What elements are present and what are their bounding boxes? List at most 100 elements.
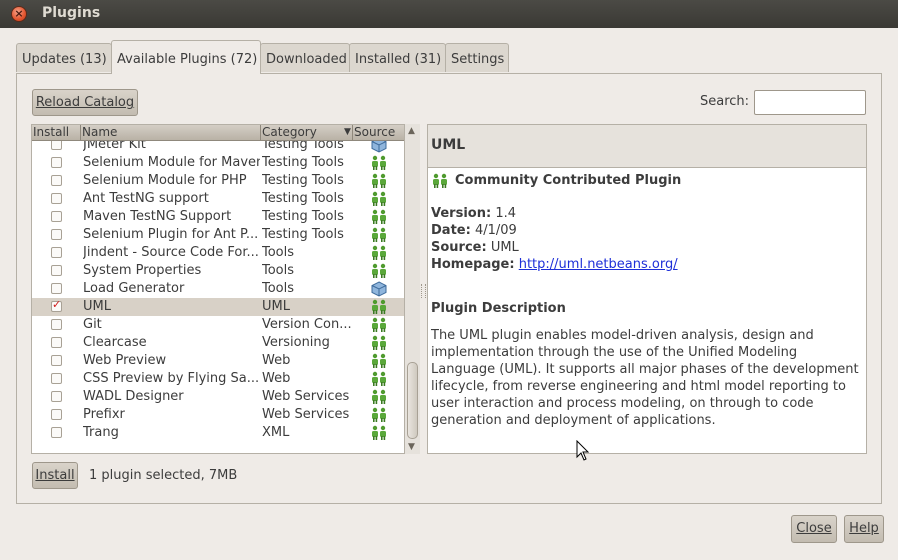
install-checkbox[interactable] <box>51 373 62 384</box>
table-row[interactable]: Ant TestNG support Testing Tools <box>32 190 404 208</box>
source-label: Source: <box>431 240 487 255</box>
plugin-category: Versioning <box>262 335 330 350</box>
source-value: UML <box>490 240 519 255</box>
homepage-link[interactable]: http://uml.netbeans.org/ <box>519 257 678 272</box>
plugin-description: The UML plugin enables model-driven anal… <box>431 328 859 428</box>
plugin-category: Web <box>262 353 291 368</box>
install-checkbox[interactable] <box>51 283 62 294</box>
plugin-name: Web Preview <box>83 353 167 368</box>
table-row[interactable]: Trang XML <box>32 424 404 442</box>
community-source-icon <box>370 245 388 261</box>
install-checkbox[interactable] <box>51 319 62 330</box>
plugin-table: Ruby and RailsRubyJMeter KitTesting Tool… <box>31 124 405 454</box>
plugin-name: WADL Designer <box>83 389 184 404</box>
plugin-category: Tools <box>262 245 295 260</box>
tab-updates[interactable]: Updates (13) <box>16 43 112 72</box>
table-row[interactable]: Clearcase Versioning <box>32 334 404 352</box>
tab-downloaded[interactable]: Downloaded <box>260 43 350 72</box>
list-scrollbar[interactable]: ▲ ▼ <box>405 124 420 454</box>
scroll-up-icon[interactable]: ▲ <box>408 126 415 136</box>
table-row[interactable]: Maven TestNG Support Testing Tools <box>32 208 404 226</box>
community-icon <box>433 173 447 188</box>
table-row[interactable]: Jindent - Source Code For... Tools <box>32 244 404 262</box>
table-row[interactable]: UML UML <box>32 298 404 316</box>
reload-catalog-button[interactable]: Reload Catalog <box>32 89 138 116</box>
plugin-category: Web <box>262 371 291 386</box>
version-row: Version: 1.4 <box>431 206 516 221</box>
table-row[interactable]: Selenium Module for PHP Testing Tools <box>32 172 404 190</box>
community-source-icon <box>370 371 388 387</box>
install-checkbox[interactable] <box>51 337 62 348</box>
community-source-icon <box>370 353 388 369</box>
install-checkbox[interactable] <box>51 427 62 438</box>
title-bar: × Plugins <box>0 0 898 28</box>
column-install[interactable]: Install <box>32 125 81 140</box>
help-button[interactable]: Help <box>844 515 884 543</box>
description-heading: Plugin Description <box>431 301 566 316</box>
close-label: Close <box>796 521 832 536</box>
table-row[interactable]: Selenium Plugin for Ant P... Testing Tool… <box>32 226 404 244</box>
official-source-icon <box>370 281 388 297</box>
plugin-name: CSS Preview by Flying Sa... <box>83 371 260 386</box>
table-row[interactable]: Selenium Module for Maven Testing Tools <box>32 154 404 172</box>
install-checkbox[interactable] <box>51 391 62 402</box>
community-source-icon <box>370 299 388 315</box>
install-checkbox[interactable] <box>51 265 62 276</box>
community-source-icon <box>370 389 388 405</box>
tab-installed[interactable]: Installed (31) <box>349 43 446 72</box>
date-label: Date: <box>431 223 471 238</box>
community-source-icon <box>370 425 388 441</box>
plugin-detail-pane: UML Community Contributed Plugin Version… <box>427 124 867 454</box>
table-row[interactable]: Web Preview Web <box>32 352 404 370</box>
install-checkbox[interactable] <box>51 193 62 204</box>
table-row[interactable]: System Properties Tools <box>32 262 404 280</box>
source-row: Source: UML <box>431 240 519 255</box>
column-source[interactable]: Source <box>353 125 404 140</box>
install-checkbox[interactable] <box>51 298 62 312</box>
community-source-icon <box>370 407 388 423</box>
install-checkbox[interactable] <box>51 409 62 420</box>
community-source-icon <box>370 155 388 171</box>
install-checkbox[interactable] <box>51 355 62 366</box>
version-value: 1.4 <box>495 206 516 221</box>
column-category[interactable]: Category <box>261 125 353 140</box>
plugin-name: Git <box>83 317 102 332</box>
install-checkbox[interactable] <box>51 229 62 240</box>
tab-available-plugins[interactable]: Available Plugins (72) <box>111 40 261 74</box>
community-source-icon <box>370 335 388 351</box>
table-row[interactable]: CSS Preview by Flying Sa... Web <box>32 370 404 388</box>
plugin-category: Web Services <box>262 389 350 404</box>
tab-settings[interactable]: Settings <box>445 43 509 72</box>
split-pane-divider[interactable] <box>421 284 426 298</box>
scroll-down-icon[interactable]: ▼ <box>408 442 415 452</box>
table-row[interactable]: Prefixr Web Services <box>32 406 404 424</box>
install-button[interactable]: Install <box>32 462 78 489</box>
window-close-button[interactable]: × <box>11 6 27 22</box>
column-name[interactable]: Name <box>81 125 261 140</box>
search-input[interactable] <box>754 90 866 115</box>
table-row[interactable]: Load Generator Tools <box>32 280 404 298</box>
reload-catalog-label: Reload Catalog <box>35 95 135 110</box>
plugin-name: Load Generator <box>83 281 185 296</box>
table-row[interactable]: WADL Designer Web Services <box>32 388 404 406</box>
install-checkbox[interactable] <box>51 247 62 258</box>
close-button[interactable]: Close <box>791 515 837 543</box>
scroll-thumb[interactable] <box>407 362 418 439</box>
plugin-name: Ant TestNG support <box>83 191 209 206</box>
community-source-icon <box>370 209 388 225</box>
selection-status: 1 plugin selected, 7MB <box>89 468 238 483</box>
plugin-name: Jindent - Source Code For... <box>83 245 259 260</box>
install-checkbox[interactable] <box>51 157 62 168</box>
community-source-icon <box>370 227 388 243</box>
install-checkbox[interactable] <box>51 211 62 222</box>
badge-text: Community Contributed Plugin <box>455 173 682 188</box>
install-checkbox[interactable] <box>51 175 62 186</box>
table-header: Install Name Category ▼ Source <box>32 125 404 141</box>
plugin-category: Testing Tools <box>262 191 344 206</box>
detail-title: UML <box>431 137 466 153</box>
table-row[interactable]: Git Version Con... <box>32 316 404 334</box>
plugin-name: Selenium Plugin for Ant P... <box>83 227 259 242</box>
homepage-label: Homepage: <box>431 257 515 272</box>
window-title: Plugins <box>42 5 101 21</box>
plugin-category: Web Services <box>262 407 350 422</box>
